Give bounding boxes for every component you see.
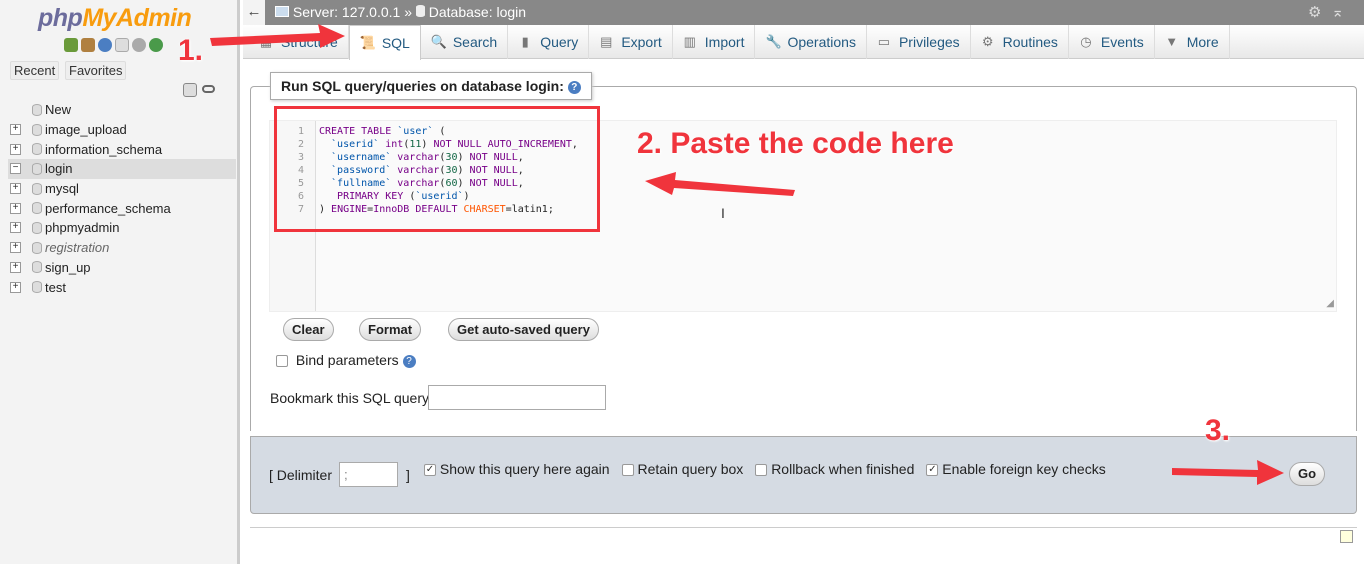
arrow-1 [210,24,345,48]
step-1-label: 1. [178,34,204,67]
arrow-2 [645,172,795,196]
annotation-arrows [210,24,1284,485]
arrow-3 [1172,460,1284,485]
step-2-label: 2. Paste the code here [637,127,954,160]
step-3-label: 3. [1205,414,1231,447]
